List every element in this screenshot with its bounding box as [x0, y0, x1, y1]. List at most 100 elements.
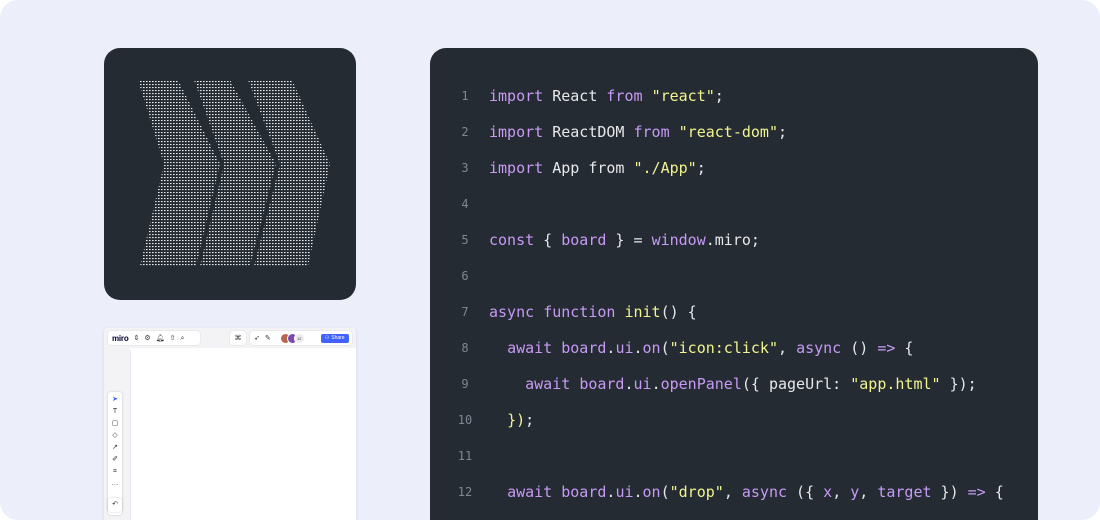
gear-icon[interactable]: ⚙ [144, 335, 150, 342]
code-token: }) [931, 483, 968, 501]
frame-tool-icon[interactable]: ⌗ [113, 467, 117, 476]
code-token: ( [660, 483, 670, 501]
code-token: => [877, 339, 896, 357]
code-token: y [850, 483, 860, 501]
code-token: ; [696, 159, 706, 177]
code-token: . [624, 375, 634, 393]
miro-board-preview: miro ⇕ ⚙ 🔔︎ ⇧ ⌕ ⌘ ➶ ✎ 12 ⚇ Share ➤ T ▢ ◇… [104, 328, 356, 520]
code-token: function [543, 303, 616, 321]
bell-icon[interactable]: 🔔︎ [156, 335, 165, 342]
code-text: import App from "./App"; [489, 158, 706, 178]
code-token: , [832, 483, 851, 501]
code-token: }) [507, 411, 526, 429]
miro-logo-icon [138, 80, 330, 266]
code-text: import React from "react"; [489, 86, 724, 106]
code-line: 1 import React from "react"; [430, 86, 1038, 106]
code-token: . [633, 483, 643, 501]
more-tools-icon[interactable]: … [112, 479, 119, 488]
sticky-note-tool-icon[interactable]: ▢ [112, 419, 119, 428]
code-token: ({ pageUrl: [741, 375, 851, 393]
code-token: . [633, 339, 643, 357]
code-token: ; [525, 411, 535, 429]
code-text: import ReactDOM from "react-dom"; [489, 122, 787, 142]
code-token: ui [615, 339, 634, 357]
line-number: 10 [457, 413, 473, 427]
code-line: 8 await board.ui.on("icon:click", async … [430, 338, 1038, 358]
code-line: 4 [430, 194, 1038, 214]
code-token: board [561, 339, 607, 357]
code-token: ( [660, 339, 670, 357]
code-line: 2 import ReactDOM from "react-dom"; [430, 122, 1038, 142]
code-token: on [642, 483, 661, 501]
line-number: 11 [457, 449, 473, 463]
code-token: () { [660, 303, 697, 321]
code-token: openPanel [660, 375, 742, 393]
code-token: board [579, 375, 625, 393]
code-token: , [778, 339, 797, 357]
code-token: await [507, 339, 553, 357]
select-tool-icon[interactable]: ➤ [112, 395, 118, 404]
code-token: }); [940, 375, 977, 393]
reactions-icon[interactable]: ➶ [254, 335, 260, 342]
text-tool-icon[interactable]: T [113, 407, 117, 416]
code-panel: 1 import React from "react"; 2 import React… [430, 48, 1038, 520]
pen-icon[interactable]: ✎ [265, 335, 271, 342]
code-token: async [796, 339, 842, 357]
marketing-canvas: miro ⇕ ⚙ 🔔︎ ⇧ ⌕ ⌘ ➶ ✎ 12 ⚇ Share ➤ T ▢ ◇… [0, 0, 1100, 520]
code-token: ui [615, 483, 634, 501]
code-token: ui [633, 375, 652, 393]
line-number: 6 [461, 269, 469, 283]
board-chevron-icon[interactable]: ⇕ [134, 335, 140, 342]
code-token: target [877, 483, 932, 501]
line-number: 9 [461, 377, 469, 391]
shapes-tool-icon[interactable]: ◇ [112, 431, 117, 440]
code-token: await [507, 483, 553, 501]
code-token: ; [714, 87, 724, 105]
code-token: => [967, 483, 986, 501]
connector-tool-icon[interactable]: ↗ [112, 443, 118, 452]
code-token: "./App" [633, 159, 697, 177]
code-token: { [895, 339, 914, 357]
board-canvas[interactable] [130, 350, 356, 520]
code-token: "drop" [669, 483, 724, 501]
code-token: from [633, 123, 670, 141]
code-token: React [543, 87, 607, 105]
person-icon: ⚇ [324, 334, 330, 341]
code-token: board [561, 231, 607, 249]
code-token: x [823, 483, 833, 501]
code-line: 12 await board.ui.on("drop", async ({ x,… [430, 482, 1038, 502]
apps-icon[interactable]: ⌘ [235, 335, 242, 342]
code-line: 9 await board.ui.openPanel({ pageUrl: "a… [430, 374, 1038, 394]
code-token: await [525, 375, 571, 393]
code-token: "icon:click" [669, 339, 778, 357]
upload-icon[interactable]: ⇧ [170, 335, 176, 342]
code-token: { [985, 483, 1004, 501]
miro-brand[interactable]: miro [112, 334, 129, 343]
share-button[interactable]: ⚇ Share [320, 333, 349, 343]
code-token: from [606, 87, 643, 105]
collaborators[interactable]: 12 [279, 332, 305, 344]
code-token: ; [778, 123, 788, 141]
code-token: ({ [787, 483, 824, 501]
pen-tool-icon[interactable]: ✐ [112, 455, 118, 464]
code-token: App from [543, 159, 634, 177]
miro-logo-card [104, 48, 356, 300]
code-line: 5 const { board } = window.miro; [430, 230, 1038, 250]
code-token: . [651, 375, 661, 393]
code-text: await board.ui.on("icon:click", async ()… [489, 338, 913, 358]
line-number: 2 [461, 125, 469, 139]
code-token: init [624, 303, 661, 321]
undo-icon[interactable]: ↶ [108, 498, 122, 512]
user-avatar[interactable] [313, 332, 316, 344]
code-token: async [741, 483, 788, 501]
app-pill: ⌘ [230, 331, 246, 345]
search-icon[interactable]: ⌕ [180, 335, 184, 342]
code-token: .miro; [705, 231, 760, 249]
code-token: "react-dom" [678, 123, 778, 141]
code-token: import [489, 123, 544, 141]
